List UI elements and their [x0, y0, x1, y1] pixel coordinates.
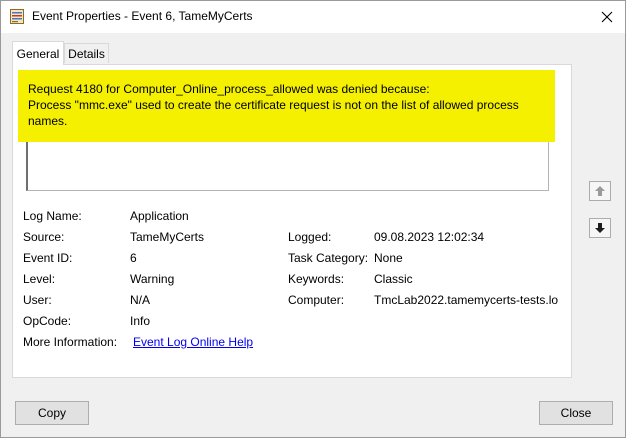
- computer-label: Computer:: [288, 293, 345, 307]
- level-value: Warning: [130, 272, 175, 286]
- tab-details[interactable]: Details: [64, 43, 109, 63]
- title-bar: Event Properties - Event 6, TameMyCerts: [1, 1, 625, 33]
- copy-button-label: Copy: [37, 406, 66, 420]
- next-event-button[interactable]: [589, 218, 611, 238]
- opcode-label: OpCode:: [23, 314, 72, 328]
- user-value: N/A: [130, 293, 151, 307]
- close-button-label: Close: [560, 406, 592, 420]
- more-information-label: More Information:: [23, 335, 118, 349]
- close-button[interactable]: Close: [539, 401, 613, 425]
- event-viewer-icon: [10, 9, 24, 24]
- close-icon: [601, 11, 613, 23]
- event-description-text: Request 4180 for Computer_Online_process…: [28, 81, 538, 129]
- keywords-value: Classic: [374, 272, 413, 286]
- log-name-value: Application: [130, 209, 189, 223]
- event-id-label: Event ID:: [23, 251, 73, 265]
- event-properties-window: Event Properties - Event 6, TameMyCerts …: [0, 0, 626, 438]
- computer-value: TmcLab2022.tamemycerts-tests.lo: [374, 293, 559, 307]
- log-name-label: Log Name:: [23, 209, 82, 223]
- source-label: Source:: [23, 230, 65, 244]
- event-id-value: 6: [130, 251, 137, 265]
- user-label: User:: [23, 293, 52, 307]
- window-close-button[interactable]: [595, 5, 619, 29]
- opcode-value: Info: [130, 314, 151, 328]
- keywords-label: Keywords:: [288, 272, 345, 286]
- logged-label: Logged:: [288, 230, 332, 244]
- logged-value: 09.08.2023 12:02:34: [374, 230, 485, 244]
- task-category-label: Task Category:: [288, 251, 369, 265]
- tab-general[interactable]: General: [12, 41, 64, 65]
- tab-general-label: General: [16, 46, 60, 61]
- tab-details-label: Details: [68, 46, 105, 61]
- copy-button[interactable]: Copy: [15, 401, 89, 425]
- arrow-up-icon: [595, 186, 605, 196]
- task-category-value: None: [374, 251, 403, 265]
- arrow-down-icon: [595, 223, 605, 233]
- description-line: names.: [28, 114, 68, 128]
- previous-event-button[interactable]: [589, 181, 611, 201]
- window-title: Event Properties - Event 6, TameMyCerts: [32, 9, 253, 23]
- description-line: Request 4180 for Computer_Online_process…: [28, 82, 430, 96]
- description-line: Process "mmc.exe" used to create the cer…: [28, 98, 519, 112]
- source-value: TameMyCerts: [130, 230, 205, 244]
- event-log-online-help-link[interactable]: Event Log Online Help: [133, 335, 253, 349]
- level-label: Level:: [23, 272, 56, 286]
